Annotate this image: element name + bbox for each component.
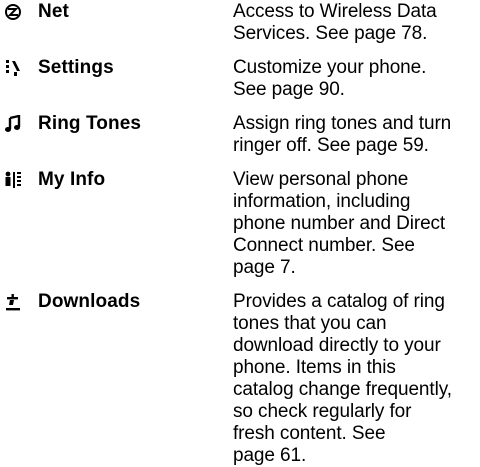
description-line: ringer off. See page 59. [233,135,429,156]
description-line: Provides a catalog of ring [233,291,445,312]
menu-item-description: View personal phone information, includi… [233,169,478,279]
my-info-icon [4,171,22,189]
menu-item-name: Downloads [38,291,141,312]
menu-item-name: Ring Tones [38,113,142,134]
menu-item-description: Assign ring tones and turn ringer off. S… [233,113,478,157]
description-line: See page 90. [233,79,345,100]
description-line: information, including [233,191,411,212]
menu-row-settings: Settings Customize your phone. See page … [0,56,480,106]
net-icon [4,3,22,21]
settings-icon [4,59,22,77]
menu-row-my-info: My Info View personal phone information,… [0,168,480,284]
description-line: fresh content. See [233,423,386,444]
description-line: download directly to your [233,335,441,356]
description-line: tones that you can [233,313,387,334]
ring-tones-icon [4,115,22,133]
description-line: phone number and Direct [233,213,446,234]
description-line: Access to Wireless Data [233,1,437,22]
description-line: Services. See page 78. [233,23,428,44]
description-line: Connect number. See [233,235,415,256]
downloads-icon [4,293,22,311]
description-line: Customize your phone. [233,57,427,78]
description-line: Assign ring tones and turn [233,113,452,134]
description-line: page 7. [233,257,296,278]
menu-item-name: Settings [38,57,114,78]
menu-item-description: Access to Wireless Data Services. See pa… [233,1,478,45]
menu-row-net: Net Access to Wireless Data Services. Se… [0,0,480,50]
menu-row-ring-tones: Ring Tones Assign ring tones and turn ri… [0,112,480,162]
menu-item-name: Net [38,1,69,22]
description-line: so check regularly for [233,401,412,422]
description-line: catalog change frequently, [233,379,452,400]
menu-item-description: Provides a catalog of ring tones that yo… [233,291,478,467]
menu-item-description: Customize your phone. See page 90. [233,57,478,101]
description-line: phone. Items in this [233,357,396,378]
menu-row-downloads: Downloads Provides a catalog of ring ton… [0,290,480,467]
description-line: View personal phone [233,169,409,190]
menu-item-name: My Info [38,169,106,190]
